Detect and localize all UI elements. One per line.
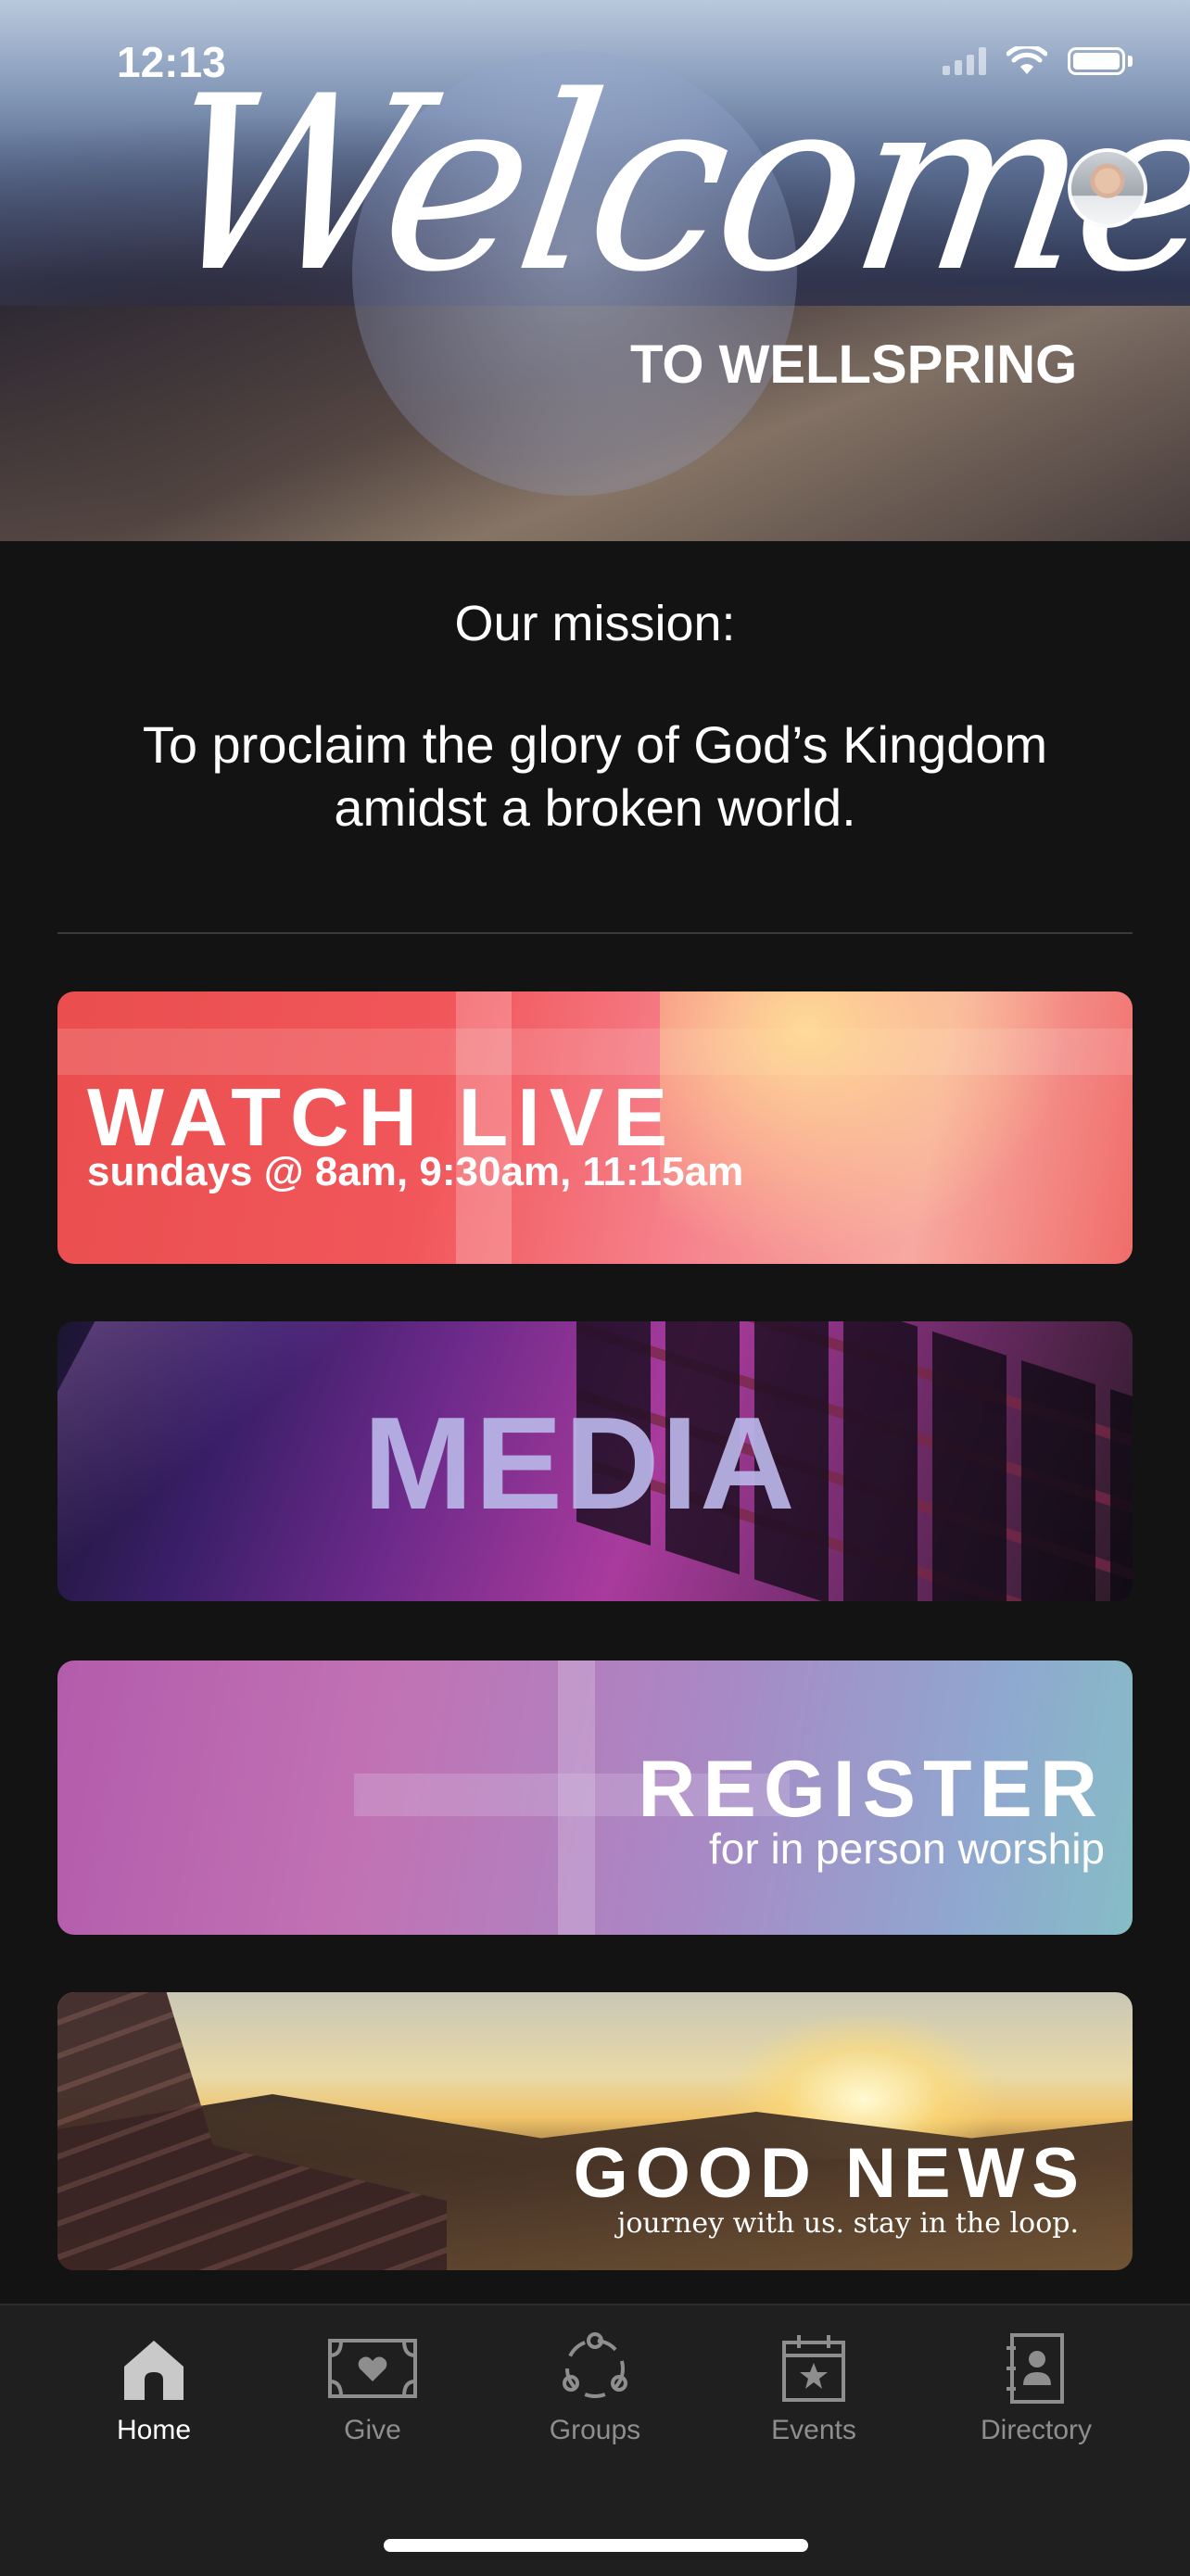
mission-statement-text: To proclaim the glory of God’s Kingdom a…: [142, 715, 1048, 837]
tab-groups-label: Groups: [549, 2415, 641, 2445]
register-title: REGISTER: [638, 1745, 1105, 1834]
tab-home-label: Home: [116, 2415, 192, 2445]
tab-groups[interactable]: Groups: [502, 2331, 688, 2446]
register-banner[interactable]: REGISTER for in person worship: [57, 1661, 1133, 1935]
register-subtitle: for in person worship: [709, 1825, 1105, 1873]
groups-icon: [563, 2332, 627, 2398]
media-title: MEDIA: [363, 1390, 797, 1537]
tab-directory-label: Directory: [980, 2415, 1092, 2445]
good-news-subtitle: journey with us. stay in the loop.: [617, 2207, 1079, 2240]
tab-events-label: Events: [771, 2415, 856, 2445]
tab-home[interactable]: Home: [61, 2331, 247, 2446]
mission-label: Our mission:: [454, 596, 736, 651]
events-icon: [782, 2335, 845, 2402]
home-indicator[interactable]: [384, 2539, 808, 2552]
banner-light-flare: [660, 991, 1133, 1264]
give-icon: [328, 2339, 417, 2398]
good-news-title: GOOD NEWS: [573, 2134, 1086, 2213]
bottom-tab-bar: Home Give Groups Events Directory: [0, 2304, 1190, 2576]
watch-live-times: sundays @ 8am, 9:30am, 11:15am: [87, 1149, 744, 1194]
profile-avatar[interactable]: [1068, 148, 1147, 228]
section-divider: [57, 932, 1133, 934]
tab-events[interactable]: Events: [721, 2331, 906, 2446]
tab-give[interactable]: Give: [280, 2331, 465, 2446]
mission-statement: To proclaim the glory of God’s Kingdom a…: [0, 713, 1190, 840]
banner-cross-vertical: [558, 1661, 595, 1935]
banner-stripe: [57, 1321, 355, 1601]
home-icon: [124, 2341, 184, 2400]
welcome-subtitle: TO WELLSPRING: [630, 335, 1078, 395]
welcome-hero-banner: 12:13 Welcome TO WELLSPRING: [0, 0, 1190, 541]
tab-directory[interactable]: Directory: [943, 2331, 1129, 2446]
directory-icon: [1006, 2333, 1064, 2404]
good-news-banner[interactable]: GOOD NEWS journey with us. stay in the l…: [57, 1992, 1133, 2270]
tab-give-label: Give: [344, 2415, 401, 2445]
watch-live-banner[interactable]: WATCH LIVE sundays @ 8am, 9:30am, 11:15a…: [57, 991, 1133, 1264]
welcome-script-text: Welcome: [146, 45, 1190, 325]
media-banner[interactable]: MEDIA: [57, 1321, 1133, 1601]
